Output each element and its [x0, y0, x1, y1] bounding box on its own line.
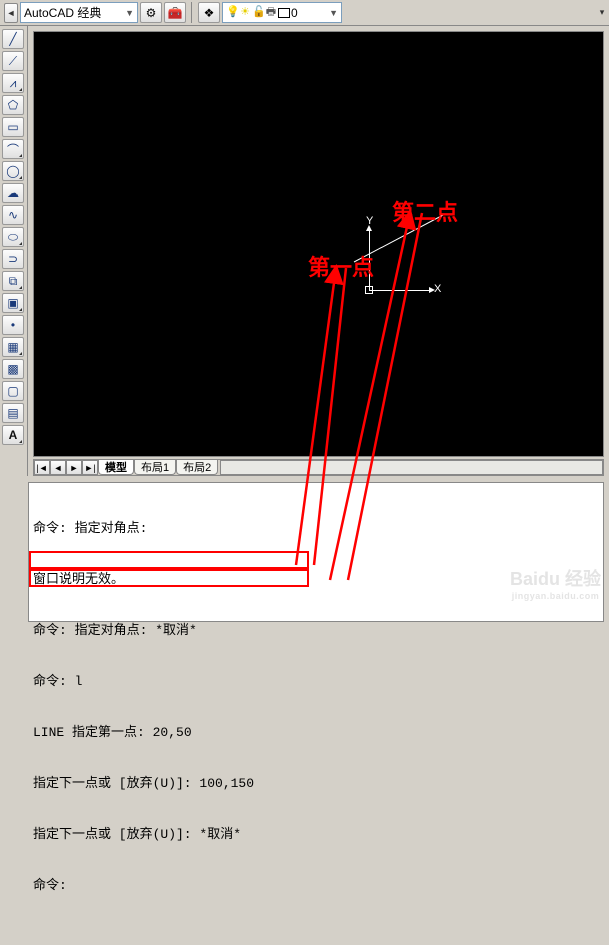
tab-prev-button[interactable]: ◄ [50, 460, 66, 475]
lock-icon: 🔓 [252, 7, 264, 18]
cmd-line: 命令: l [33, 673, 599, 690]
revision-cloud-tool[interactable]: ☁ [2, 183, 24, 203]
ellipse-arc-tool[interactable]: ⊃ [2, 249, 24, 269]
workspace-tools-button[interactable]: 🧰 [164, 2, 186, 23]
polyline-tool[interactable]: ⩘ [2, 73, 24, 93]
layer-color-swatch [278, 8, 290, 18]
line-tool[interactable]: ╱ [2, 29, 24, 49]
spline-tool[interactable]: ∿ [2, 205, 24, 225]
watermark-url: jingyan.baidu.com [510, 591, 601, 601]
axis-x-label: X [434, 283, 441, 295]
dropdown-caret-icon: ▼ [329, 8, 338, 18]
ellipse-tool[interactable]: ⬭ [2, 227, 24, 247]
layer-current-name: 0 [291, 6, 298, 20]
toolbar-overflow[interactable]: ▾ [595, 0, 609, 26]
layers-icon: ❖ [204, 6, 215, 20]
tab-first-button[interactable]: |◄ [34, 460, 50, 475]
tab-model[interactable]: 模型 [98, 460, 134, 475]
layer-select[interactable]: 💡 ☀ 🔓 🖶 0 ▼ [222, 2, 342, 23]
cmd-line: 命令: 指定对角点: *取消* [33, 622, 599, 639]
gradient-tool[interactable]: ▩ [2, 359, 24, 379]
mtext-tool[interactable]: A [2, 425, 24, 445]
chevron-down-icon: ▾ [600, 7, 605, 18]
construction-line-tool[interactable]: ⟋ [2, 51, 24, 71]
gear-icon: ⚙ [146, 6, 157, 20]
cmd-line: 指定下一点或 [放弃(U)]: *取消* [33, 826, 599, 843]
dropdown-caret-icon: ▼ [125, 8, 134, 18]
workspace-selected: AutoCAD 经典 [24, 4, 101, 21]
table-tool[interactable]: ▤ [2, 403, 24, 423]
tab-layout1[interactable]: 布局1 [134, 460, 176, 475]
watermark-brand: Baidu 经验 [510, 569, 601, 589]
viewport-wrap: X Y 第一点 第二点 |◄ ◄ ► ►| 模型 布局1 布局2 [28, 26, 609, 476]
main-area: ╱ ⟋ ⩘ ⬠ ▭ ⌒ ◯ ☁ ∿ ⬭ ⊃ ⧉ ▣ • ▦ ▩ ▢ ▤ A X … [0, 26, 609, 476]
prev-workspace-button[interactable]: ◄ [4, 3, 18, 23]
make-block-tool[interactable]: ▣ [2, 293, 24, 313]
sun-icon: ☀ [239, 7, 251, 18]
point-tool[interactable]: • [2, 315, 24, 335]
cmd-line: LINE 指定第一点: 20,50 [33, 724, 599, 741]
cmd-line: 命令: [33, 877, 599, 894]
toolbar-divider [191, 2, 193, 23]
bulb-icon: 💡 [226, 7, 238, 18]
annotation-highlight-1 [29, 551, 309, 569]
plot-icon: 🖶 [265, 7, 277, 18]
cmd-line: 指定下一点或 [放弃(U)]: 100,150 [33, 775, 599, 792]
circle-tool[interactable]: ◯ [2, 161, 24, 181]
command-window[interactable]: 命令: 指定对角点: 窗口说明无效。 命令: 指定对角点: *取消* 命令: l… [28, 482, 604, 622]
draw-toolbox: ╱ ⟋ ⩘ ⬠ ▭ ⌒ ◯ ☁ ∿ ⬭ ⊃ ⧉ ▣ • ▦ ▩ ▢ ▤ A [0, 26, 28, 476]
tab-scrollbar[interactable] [220, 460, 603, 475]
ucs-icon: X Y [369, 290, 370, 291]
workspace-select[interactable]: AutoCAD 经典 ▼ [20, 2, 138, 23]
annotation-point1-label: 第一点 [308, 250, 374, 282]
cmd-line: 命令: 指定对角点: [33, 520, 599, 537]
arc-tool[interactable]: ⌒ [2, 139, 24, 159]
axis-y-label: Y [366, 215, 373, 227]
watermark: Baidu 经验 jingyan.baidu.com [510, 565, 601, 601]
tab-next-button[interactable]: ► [66, 460, 82, 475]
region-tool[interactable]: ▢ [2, 381, 24, 401]
toolbox-icon: 🧰 [168, 6, 183, 20]
tab-last-button[interactable]: ►| [82, 460, 98, 475]
hatch-tool[interactable]: ▦ [2, 337, 24, 357]
layer-manager-button[interactable]: ❖ [198, 2, 220, 23]
rectangle-tool[interactable]: ▭ [2, 117, 24, 137]
tab-layout2[interactable]: 布局2 [176, 460, 218, 475]
model-viewport[interactable]: X Y 第一点 第二点 [33, 31, 604, 457]
insert-block-tool[interactable]: ⧉ [2, 271, 24, 291]
polygon-tool[interactable]: ⬠ [2, 95, 24, 115]
workspace-settings-button[interactable]: ⚙ [140, 2, 162, 23]
annotation-point2-label: 第二点 [392, 195, 458, 227]
top-toolbar: ◄ AutoCAD 经典 ▼ ⚙ 🧰 ❖ 💡 ☀ 🔓 🖶 0 ▼ [0, 0, 609, 26]
layout-tab-bar: |◄ ◄ ► ►| 模型 布局1 布局2 [33, 459, 604, 476]
